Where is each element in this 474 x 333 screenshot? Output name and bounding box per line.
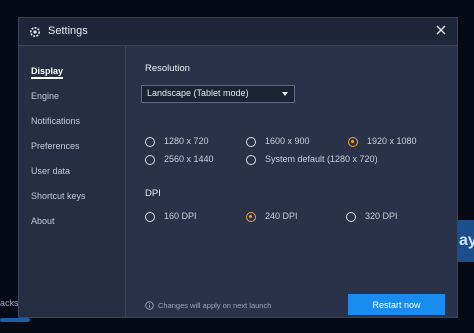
radio-1920x1080[interactable]: 1920 x 1080: [348, 136, 443, 150]
sidebar-item-label: Shortcut keys: [31, 191, 86, 201]
sidebar-item-label: Engine: [31, 91, 60, 101]
sidebar-item-label: Notifications: [31, 116, 81, 126]
sidebar-item-label: Display: [31, 66, 64, 76]
close-button[interactable]: [431, 21, 451, 41]
background-app-tile: ay: [458, 220, 474, 262]
radio-1600x900[interactable]: 1600 x 900: [246, 136, 336, 150]
sidebar-item-label: User data: [31, 166, 71, 176]
sidebar-item-notifications[interactable]: Notifications: [31, 116, 80, 126]
radio-circle: [246, 155, 256, 165]
sidebar-item-display[interactable]: Display: [31, 66, 64, 79]
gear-icon: [29, 25, 41, 37]
sidebar-item-about[interactable]: About: [31, 216, 55, 226]
sidebar-item-label: About: [31, 216, 55, 226]
active-indicator: [31, 77, 64, 79]
radio-label: 160 DPI: [164, 211, 197, 221]
radio-label: 1280 x 720: [164, 136, 209, 146]
dpi-heading: DPI: [145, 188, 161, 199]
settings-window: Settings Display Engine Notifications Pr…: [18, 17, 458, 318]
background-progress-bar: [0, 318, 30, 322]
sidebar-item-label: Preferences: [31, 141, 80, 151]
sidebar-item-user-data[interactable]: User data: [31, 166, 70, 176]
title-bar: Settings: [19, 18, 457, 46]
radio-circle-selected: [246, 212, 256, 222]
chevron-down-icon: [282, 92, 288, 96]
radio-dot: [249, 215, 253, 219]
radio-label: 320 DPI: [365, 211, 398, 221]
sidebar-item-engine[interactable]: Engine: [31, 91, 59, 101]
radio-label: 2560 x 1440: [164, 154, 214, 164]
radio-circle: [145, 155, 155, 165]
sidebar-item-preferences[interactable]: Preferences: [31, 141, 80, 151]
display-settings-panel: Resolution Landscape (Tablet mode) 1280 …: [126, 46, 457, 317]
settings-sidebar: Display Engine Notifications Preferences…: [19, 46, 126, 317]
radio-label: 1600 x 900: [265, 136, 310, 146]
radio-160-dpi[interactable]: 160 DPI: [145, 211, 225, 225]
note-text: Changes will apply on next launch: [158, 301, 272, 310]
radio-circle: [246, 137, 256, 147]
info-icon: [145, 301, 154, 310]
radio-label: System default (1280 x 720): [265, 154, 378, 164]
background-app-text: acks: [0, 298, 19, 308]
radio-320-dpi[interactable]: 320 DPI: [346, 211, 426, 225]
radio-circle: [145, 212, 155, 222]
radio-label: 240 DPI: [265, 211, 298, 221]
dropdown-selected-value: Landscape (Tablet mode): [147, 88, 249, 98]
close-icon: [436, 22, 446, 40]
sidebar-item-shortcut-keys[interactable]: Shortcut keys: [31, 191, 86, 201]
radio-1280x720[interactable]: 1280 x 720: [145, 136, 235, 150]
restart-now-button[interactable]: Restart now: [348, 294, 445, 315]
radio-2560x1440[interactable]: 2560 x 1440: [145, 154, 240, 168]
window-title: Settings: [48, 25, 88, 37]
resolution-heading: Resolution: [145, 63, 190, 74]
orientation-dropdown[interactable]: Landscape (Tablet mode): [141, 85, 295, 103]
radio-label: 1920 x 1080: [367, 136, 417, 146]
radio-240-dpi[interactable]: 240 DPI: [246, 211, 326, 225]
radio-circle: [145, 137, 155, 147]
radio-circle: [346, 212, 356, 222]
radio-circle-selected: [348, 137, 358, 147]
radio-dot: [351, 140, 355, 144]
radio-system-default[interactable]: System default (1280 x 720): [246, 154, 396, 168]
